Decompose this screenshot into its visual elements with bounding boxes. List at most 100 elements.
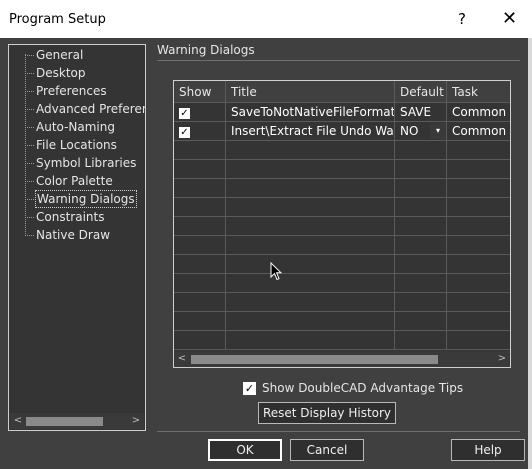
tree-item-label: File Locations <box>36 138 117 152</box>
tree-item-label: Color Palette <box>36 174 113 188</box>
settings-tree-viewport: General Desktop Preferences Advanced Pre… <box>9 45 145 415</box>
task-cell: Common <box>447 103 510 122</box>
empty-cell <box>226 331 395 350</box>
tree-item-label: Warning Dialogs <box>35 190 137 208</box>
window-titlebar: Program Setup ? ✕ <box>0 0 532 38</box>
tree-branch <box>25 145 34 146</box>
reset-display-history-button[interactable]: Reset Display History <box>258 402 396 424</box>
tree-branch <box>25 127 34 128</box>
default-dropdown[interactable]: NO ▾ <box>395 122 447 141</box>
empty-cell <box>395 141 447 160</box>
tree-branch <box>25 55 34 56</box>
default-cell[interactable]: SAVE <box>395 103 447 122</box>
empty-cell <box>226 198 395 217</box>
empty-row <box>174 198 510 217</box>
tree-branch <box>25 73 34 74</box>
column-header-title[interactable]: Title <box>226 81 395 103</box>
scroll-left-icon[interactable]: < <box>174 351 190 367</box>
show-cell[interactable]: ✓ <box>174 122 226 141</box>
empty-row <box>174 255 510 274</box>
empty-cell <box>395 236 447 255</box>
empty-cell <box>447 293 510 312</box>
tree-item-label: Constraints <box>36 210 105 224</box>
empty-cell <box>174 141 226 160</box>
chevron-down-icon[interactable]: ▾ <box>430 123 446 139</box>
help-icon[interactable]: ? <box>458 10 466 28</box>
show-cell[interactable]: ✓ <box>174 103 226 122</box>
column-header-show[interactable]: Show <box>174 81 226 103</box>
empty-cell <box>226 236 395 255</box>
table-row[interactable]: ✓ SaveToNotNativeFileFormat SAVE Common <box>174 103 510 122</box>
empty-cell <box>226 179 395 198</box>
tree-item-label: Symbol Libraries <box>36 156 137 170</box>
default-value: NO <box>400 124 419 138</box>
settings-tree[interactable]: General Desktop Preferences Advanced Pre… <box>8 44 146 431</box>
tree-branch <box>25 109 34 110</box>
warning-dialogs-grid[interactable]: Show Title Default Task ✓ SaveToNotNativ… <box>173 80 511 368</box>
empty-cell <box>226 255 395 274</box>
help-button[interactable]: Help <box>451 439 525 461</box>
column-header-default[interactable]: Default <box>395 81 447 103</box>
footer-divider <box>157 431 520 432</box>
tree-branch <box>25 217 34 218</box>
empty-row <box>174 217 510 236</box>
grid-horizontal-scrollbar[interactable]: < > <box>174 351 510 367</box>
section-divider <box>157 60 520 61</box>
table-row[interactable]: ✓ Insert\Extract File Undo War... NO ▾ Co… <box>174 122 510 141</box>
tree-item-label: Native Draw <box>36 228 111 242</box>
empty-cell <box>226 293 395 312</box>
empty-cell <box>395 274 447 293</box>
column-header-task[interactable]: Task <box>447 81 510 103</box>
empty-cell <box>226 217 395 236</box>
empty-cell <box>174 274 226 293</box>
empty-cell <box>226 274 395 293</box>
cancel-button[interactable]: Cancel <box>290 439 364 461</box>
ok-button[interactable]: OK <box>208 439 282 461</box>
empty-row <box>174 331 510 350</box>
tree-branch <box>25 181 34 182</box>
empty-cell <box>395 312 447 331</box>
empty-cell <box>447 274 510 293</box>
empty-cell <box>395 331 447 350</box>
tree-horizontal-scrollbar[interactable]: < > <box>10 413 144 429</box>
empty-cell <box>174 217 226 236</box>
empty-row <box>174 160 510 179</box>
scrollbar-thumb[interactable] <box>191 355 438 364</box>
empty-cell <box>174 236 226 255</box>
scrollbar-thumb[interactable] <box>26 417 103 426</box>
empty-cell <box>226 160 395 179</box>
tree-item-label: General <box>36 48 84 62</box>
grid-header: Show Title Default Task <box>174 81 510 103</box>
empty-cell <box>395 179 447 198</box>
empty-cell <box>447 160 510 179</box>
empty-cell <box>447 179 510 198</box>
empty-cell <box>174 198 226 217</box>
scroll-left-icon[interactable]: < <box>10 413 26 429</box>
title-cell: Insert\Extract File Undo War... <box>226 122 395 141</box>
empty-cell <box>395 160 447 179</box>
tree-item-label: Auto-Naming <box>36 120 115 134</box>
empty-row <box>174 179 510 198</box>
empty-cell <box>395 293 447 312</box>
empty-cell <box>174 160 226 179</box>
empty-cell <box>226 141 395 160</box>
show-tips-label[interactable]: Show DoubleCAD Advantage Tips <box>262 381 463 395</box>
empty-row <box>174 312 510 331</box>
empty-cell <box>447 236 510 255</box>
show-tips-checkbox[interactable]: ✓ <box>243 382 256 395</box>
empty-cell <box>174 255 226 274</box>
tree-branch <box>25 91 34 92</box>
empty-cell <box>395 255 447 274</box>
show-checkbox[interactable]: ✓ <box>179 108 190 119</box>
tree-branch <box>25 163 34 164</box>
scroll-right-icon[interactable]: > <box>494 351 510 367</box>
close-icon[interactable]: ✕ <box>502 8 517 29</box>
empty-row <box>174 236 510 255</box>
empty-cell <box>447 331 510 350</box>
section-title: Warning Dialogs <box>157 43 255 57</box>
show-checkbox[interactable]: ✓ <box>179 127 190 138</box>
empty-cell <box>447 141 510 160</box>
empty-cell <box>174 179 226 198</box>
tree-branch <box>25 235 34 236</box>
scroll-right-icon[interactable]: > <box>128 413 144 429</box>
